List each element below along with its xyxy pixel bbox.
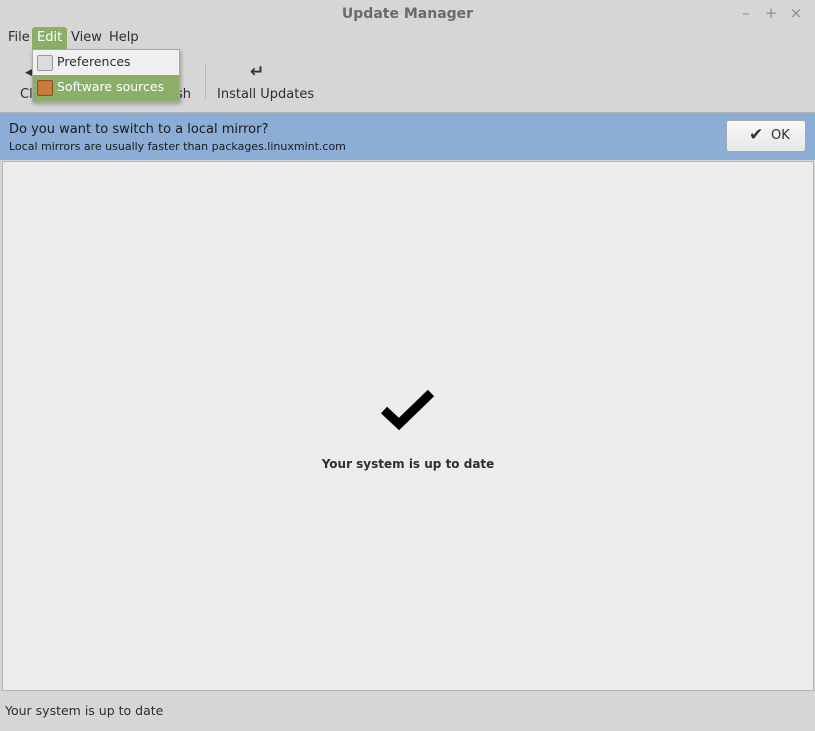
title-bar[interactable]: Update Manager – + ×: [0, 0, 815, 28]
infobar-primary-text: Do you want to switch to a local mirror?: [9, 122, 269, 137]
edit-menu-dropdown: Preferences Software sources: [32, 49, 180, 102]
menu-help[interactable]: Help: [104, 27, 144, 49]
up-to-date-message: Your system is up to date: [321, 457, 495, 471]
mirror-infobar: Do you want to switch to a local mirror?…: [0, 113, 815, 160]
updates-pane: Your system is up to date: [2, 161, 814, 691]
install-icon: ↵: [250, 62, 265, 82]
status-bar: Your system is up to date: [0, 691, 815, 731]
preferences-icon: [37, 55, 53, 71]
ok-button-label: OK: [771, 128, 790, 143]
menu-item-preferences[interactable]: Preferences: [33, 50, 179, 75]
close-button[interactable]: ×: [786, 3, 806, 23]
checkmark-icon: [380, 389, 435, 431]
menu-item-software-sources-label: Software sources: [57, 79, 165, 94]
clear-button-label: Cl: [20, 87, 33, 102]
menu-view[interactable]: View: [66, 27, 107, 49]
menu-bar: File Edit View Help: [0, 27, 815, 49]
menu-edit[interactable]: Edit: [32, 27, 68, 49]
ok-button[interactable]: ✔ OK: [726, 120, 806, 152]
status-bar-text: Your system is up to date: [5, 703, 164, 718]
toolbar-separator: [205, 63, 206, 99]
install-updates-label: Install Updates: [217, 87, 315, 102]
window-title: Update Manager: [341, 6, 474, 22]
menu-item-software-sources[interactable]: Software sources: [33, 75, 179, 101]
install-updates-button[interactable]: ↵ Install Updates: [212, 49, 314, 109]
infobar-secondary-text: Local mirrors are usually faster than pa…: [9, 140, 346, 153]
software-sources-icon: [37, 80, 53, 96]
menu-file[interactable]: File: [3, 27, 35, 49]
maximize-button[interactable]: +: [761, 3, 781, 23]
minimize-button[interactable]: –: [736, 3, 756, 23]
checkmark-icon: ✔: [749, 125, 764, 145]
update-manager-window: Update Manager – + × File Edit View Help…: [0, 0, 815, 731]
menu-item-preferences-label: Preferences: [57, 54, 131, 69]
